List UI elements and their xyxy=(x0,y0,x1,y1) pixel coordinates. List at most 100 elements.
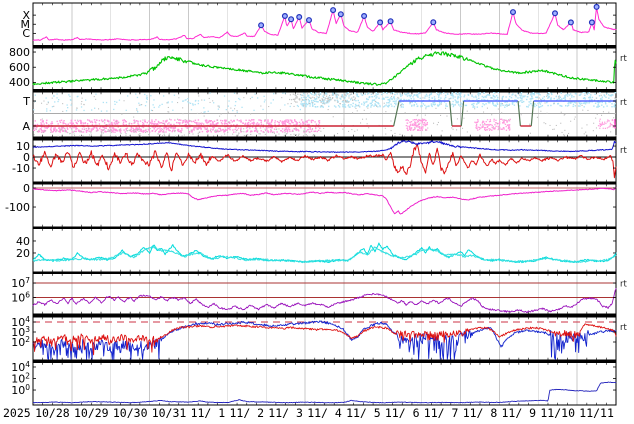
scatter-dot xyxy=(106,128,107,129)
scatter-dot xyxy=(438,97,439,98)
scatter-dot xyxy=(234,120,235,121)
scatter-dot xyxy=(84,123,85,124)
scatter-dot xyxy=(56,93,57,94)
scatter-dot xyxy=(111,130,112,131)
panel-density: 4020 xyxy=(16,229,616,273)
scatter-dot xyxy=(145,132,146,133)
scatter-dot xyxy=(76,109,77,110)
scatter-dot xyxy=(381,94,382,95)
scatter-dot xyxy=(603,128,604,129)
scatter-dot xyxy=(582,110,583,111)
scatter-dot xyxy=(87,123,88,124)
scatter-dot xyxy=(307,135,308,136)
scatter-dot xyxy=(296,128,297,129)
scatter-dot xyxy=(557,99,558,100)
scatter-dot xyxy=(206,129,207,130)
scatter-dot xyxy=(261,120,262,121)
scatter-dot xyxy=(84,129,85,130)
scatter-dot xyxy=(187,127,188,128)
scatter-dot xyxy=(601,115,602,116)
scatter-dot xyxy=(328,109,329,110)
scatter-dot xyxy=(290,94,291,95)
scatter-dot xyxy=(593,123,594,124)
x-tick-label-9: 11/ 6 xyxy=(385,406,420,420)
scatter-dot xyxy=(345,101,346,102)
scatter-dot xyxy=(401,106,402,107)
ytick-label-sector-0: T xyxy=(22,95,30,108)
scatter-dot xyxy=(479,129,480,130)
scatter-dot xyxy=(416,119,417,120)
scatter-dot xyxy=(216,124,217,125)
scatter-dot xyxy=(400,93,401,94)
scatter-dot xyxy=(502,103,503,104)
scatter-dot xyxy=(540,111,541,112)
scatter-dot xyxy=(237,119,238,120)
scatter-dot xyxy=(343,97,344,98)
scatter-dot xyxy=(204,116,205,117)
scatter-dot xyxy=(413,119,414,120)
scatter-dot xyxy=(142,122,143,123)
scatter-dot xyxy=(240,127,241,128)
scatter-dot xyxy=(606,93,607,94)
scatter-dot xyxy=(204,111,205,112)
scatter-dot xyxy=(480,92,481,93)
scatter-dot xyxy=(599,102,600,103)
scatter-dot xyxy=(101,119,102,120)
scatter-dot xyxy=(58,123,59,124)
scatter-dot xyxy=(565,94,566,95)
scatter-dot xyxy=(329,95,330,96)
scatter-dot xyxy=(328,101,329,102)
scatter-dot xyxy=(296,130,297,131)
scatter-dot xyxy=(303,93,304,94)
scatter-dot xyxy=(93,129,94,130)
scatter-dot xyxy=(51,121,52,122)
scatter-dot xyxy=(235,105,236,106)
scatter-dot xyxy=(453,106,454,107)
scatter-dot xyxy=(344,103,345,104)
scatter-dot xyxy=(421,127,422,128)
scatter-dot xyxy=(365,93,366,94)
scatter-dot xyxy=(207,134,208,135)
scatter-dot xyxy=(403,106,404,107)
scatter-dot xyxy=(110,130,111,131)
scatter-dot xyxy=(267,130,268,131)
scatter-dot xyxy=(519,95,520,96)
scatter-dot xyxy=(89,134,90,135)
scatter-dot xyxy=(367,123,368,124)
scatter-dot xyxy=(139,133,140,134)
scatter-dot xyxy=(498,123,499,124)
scatter-dot xyxy=(298,106,299,107)
scatter-dot xyxy=(290,134,291,135)
scatter-dot xyxy=(585,103,586,104)
scatter-dot xyxy=(486,121,487,122)
flare-event-marker xyxy=(511,10,516,15)
scatter-dot xyxy=(420,130,421,131)
scatter-dot xyxy=(104,130,105,131)
scatter-dot xyxy=(308,131,309,132)
scatter-dot xyxy=(257,122,258,123)
scatter-dot xyxy=(97,129,98,130)
scatter-dot xyxy=(218,106,219,107)
scatter-dot xyxy=(296,97,297,98)
scatter-dot xyxy=(570,98,571,99)
scatter-dot xyxy=(614,105,615,106)
scatter-dot xyxy=(241,121,242,122)
scatter-dot xyxy=(610,125,611,126)
scatter-dot xyxy=(545,123,546,124)
scatter-dot xyxy=(75,120,76,121)
scatter-dot xyxy=(278,128,279,129)
scatter-dot xyxy=(168,129,169,130)
scatter-dot xyxy=(530,100,531,101)
scatter-dot xyxy=(376,96,377,97)
scatter-dot xyxy=(570,93,571,94)
scatter-dot xyxy=(177,102,178,103)
scatter-dot xyxy=(417,122,418,123)
scatter-dot xyxy=(238,134,239,135)
scatter-dot xyxy=(501,112,502,113)
scatter-dot xyxy=(201,100,202,101)
scatter-dot xyxy=(453,129,454,130)
scatter-dot xyxy=(367,108,368,109)
scatter-dot xyxy=(544,122,545,123)
scatter-dot xyxy=(80,132,81,133)
x-tick-label-3: 10/31 xyxy=(152,406,187,420)
